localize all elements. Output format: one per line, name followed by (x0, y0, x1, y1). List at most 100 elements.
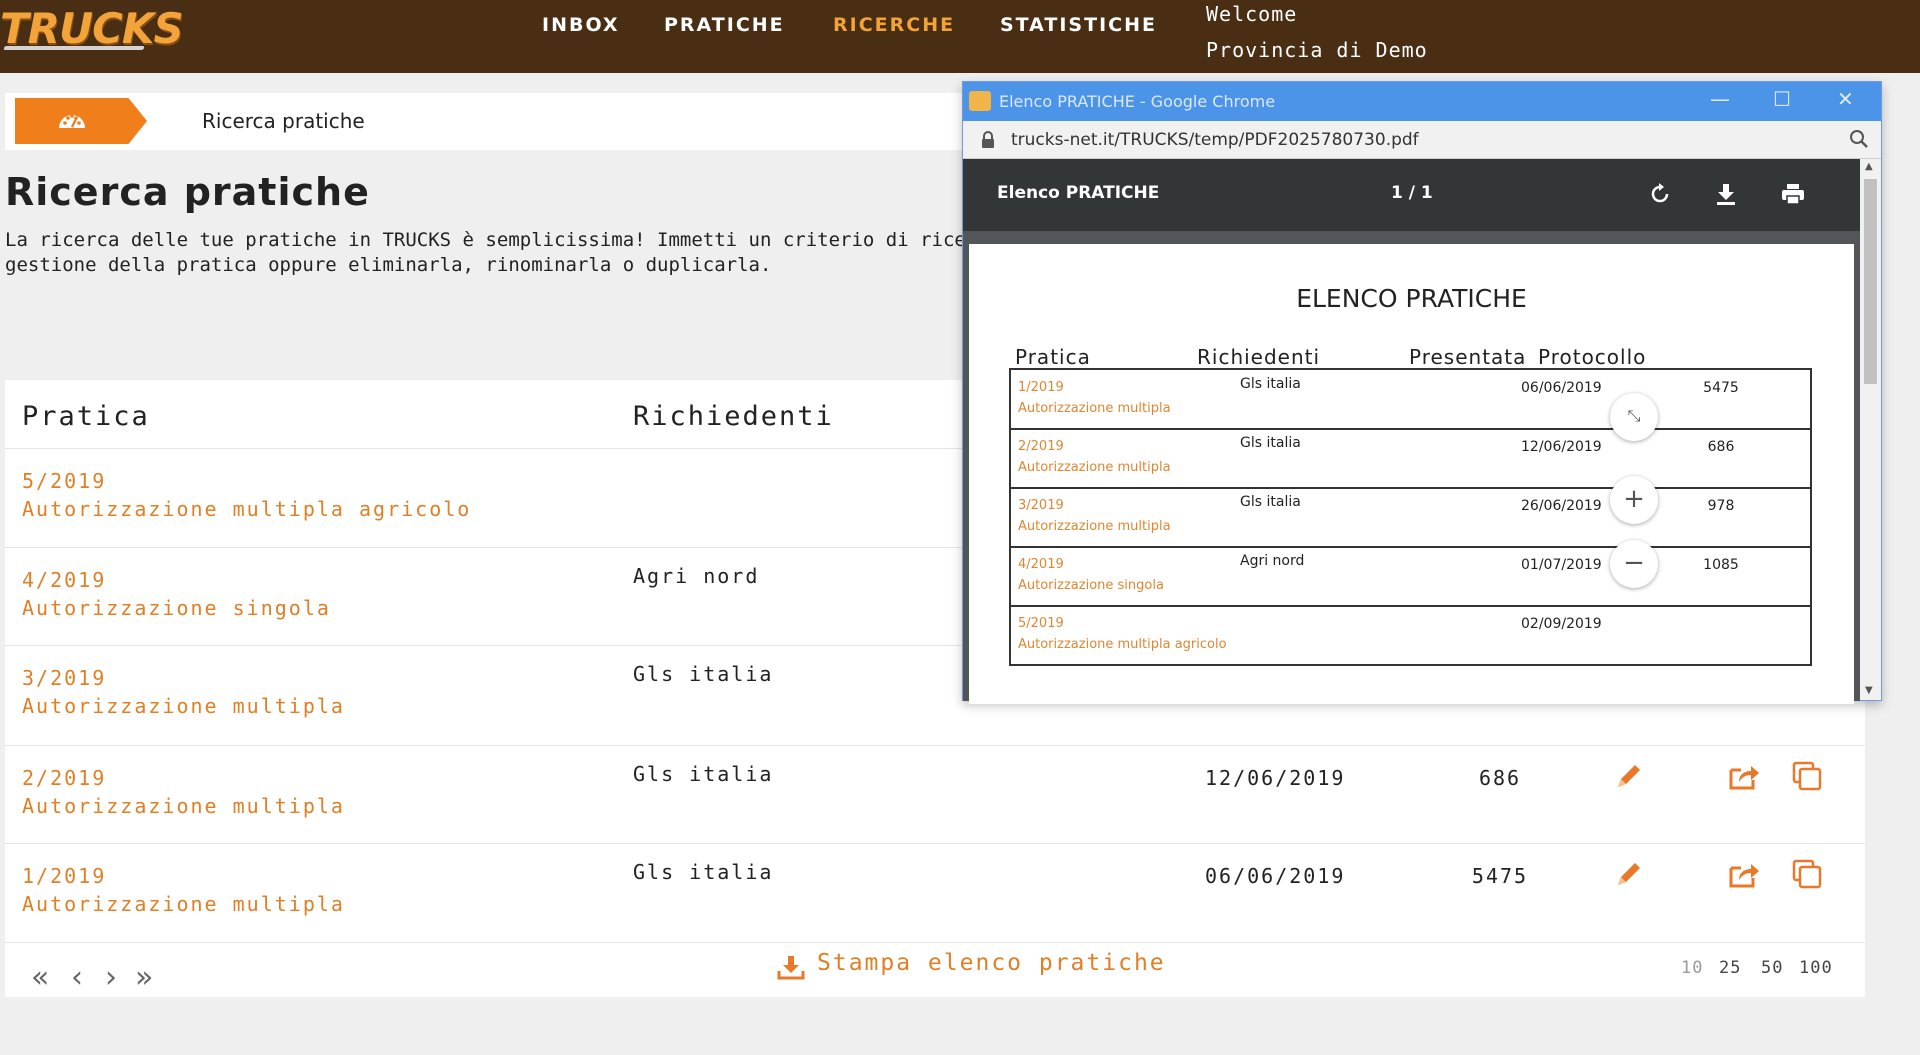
user-organization: Provincia di Demo (1206, 38, 1428, 62)
breadcrumb-current: Ricerca pratiche (202, 109, 365, 133)
welcome-box[interactable]: Welcome Provincia di Demo (1206, 0, 1428, 68)
richiedente: Gls italia (633, 860, 774, 884)
fit-page-icon[interactable]: ⤡ (1610, 393, 1658, 441)
table-row[interactable]: 1/2019 Autorizzazione multipla Gls itali… (5, 843, 1865, 942)
scrollbar-thumb[interactable] (1864, 179, 1877, 384)
page-size-100[interactable]: 100 (1799, 958, 1833, 978)
close-icon[interactable]: ✕ (1837, 87, 1854, 111)
table-row[interactable]: 2/2019 Autorizzazione multipla Gls itali… (5, 745, 1865, 843)
pratica-number[interactable]: 2/2019 (22, 766, 106, 790)
pdf-table-row: 2/2019 Autorizzazione multipla Gls itali… (1011, 429, 1810, 489)
maximize-icon[interactable]: ☐ (1773, 87, 1791, 111)
pdf-pratica-type: Autorizzazione multipla (1018, 401, 1171, 416)
pdf-protocollo: 1085 (1703, 557, 1739, 573)
intro-line-1: La ricerca delle tue pratiche in TRUCKS … (5, 229, 965, 251)
column-header-pratica[interactable]: Pratica (22, 401, 150, 432)
scroll-down-arrow-icon[interactable]: ▼ (1865, 685, 1873, 696)
pdf-pratica-type: Autorizzazione multipla (1018, 519, 1171, 534)
pratica-type[interactable]: Autorizzazione multipla agricolo (22, 497, 471, 521)
rotate-icon[interactable] (1649, 183, 1671, 205)
duplicate-copy-icon[interactable] (1791, 760, 1823, 792)
edit-pencil-icon[interactable] (1613, 858, 1645, 890)
pdf-data: 01/07/2019 (1521, 557, 1602, 573)
richiedente: Agri nord (633, 564, 760, 588)
pdf-pratica-number: 5/2019 (1018, 616, 1064, 631)
pdf-header-presentata: Presentata (1409, 345, 1527, 369)
lock-icon (982, 131, 994, 148)
minimize-icon[interactable]: — (1710, 87, 1730, 111)
prev-page-button[interactable]: ‹ (71, 960, 83, 995)
duplicate-copy-icon[interactable] (1791, 858, 1823, 890)
zoom-in-icon[interactable]: + (1610, 476, 1658, 524)
page-size-10[interactable]: 10 (1681, 958, 1703, 978)
pdf-richiedente: Gls italia (1240, 494, 1301, 510)
pdf-pratica-type: Autorizzazione singola (1018, 578, 1164, 593)
share-forward-icon[interactable] (1727, 858, 1761, 890)
zoom-out-icon[interactable]: − (1610, 540, 1658, 588)
data-presentazione: 06/06/2019 (1205, 864, 1346, 888)
share-forward-icon[interactable] (1727, 760, 1761, 792)
pdf-data: 06/06/2019 (1521, 380, 1602, 396)
print-icon[interactable] (1781, 183, 1805, 205)
window-title: Elenco PRATICHE - Google Chrome (999, 92, 1276, 111)
pratica-type[interactable]: Autorizzazione multipla (22, 794, 345, 818)
page-title: Ricerca pratiche (5, 170, 370, 214)
pratica-type[interactable]: Autorizzazione multipla (22, 892, 345, 916)
pdf-viewport[interactable]: ELENCO PRATICHE Pratica Richiedenti Pres… (963, 231, 1860, 704)
next-page-button[interactable]: › (105, 960, 117, 995)
pdf-scrollbar[interactable]: ▲ ▼ (1860, 159, 1881, 700)
download-icon (777, 956, 805, 980)
download-icon[interactable] (1715, 183, 1737, 205)
pdf-richiedente: Gls italia (1240, 376, 1301, 392)
pratica-number[interactable]: 5/2019 (22, 469, 106, 493)
pratica-number[interactable]: 3/2019 (22, 666, 106, 690)
column-header-richiedenti[interactable]: Richiedenti (633, 401, 834, 432)
pdf-richiedente: Agri nord (1240, 553, 1305, 569)
pratica-number[interactable]: 1/2019 (22, 864, 106, 888)
pdf-toolbar: Elenco PRATICHE 1 / 1 (963, 159, 1860, 231)
richiedente: Gls italia (633, 762, 774, 786)
pdf-data: 26/06/2019 (1521, 498, 1602, 514)
page-size-25[interactable]: 25 (1719, 958, 1741, 978)
zoom-magnifier-icon[interactable] (1849, 129, 1869, 149)
pdf-pratica-number: 3/2019 (1018, 498, 1064, 513)
nav-ricerche[interactable]: RICERCHE (833, 14, 955, 36)
pdf-popup-window[interactable]: Elenco PRATICHE - Google Chrome — ☐ ✕ tr… (962, 81, 1882, 704)
pdf-table-row: 5/2019 Autorizzazione multipla agricolo … (1011, 606, 1810, 666)
protocollo: 5475 (1471, 864, 1529, 888)
pdf-protocollo: 978 (1707, 498, 1735, 514)
nav-statistiche[interactable]: STATISTICHE (1000, 14, 1157, 36)
pdf-page-indicator[interactable]: 1 / 1 (1391, 183, 1433, 203)
data-presentazione: 12/06/2019 (1205, 766, 1346, 790)
pdf-pratica-type: Autorizzazione multipla (1018, 460, 1171, 475)
intro-line-2: gestione della pratica oppure eliminarla… (5, 254, 772, 276)
dashboard-icon (59, 114, 85, 128)
pdf-table-row: 3/2019 Autorizzazione multipla Gls itali… (1011, 488, 1810, 548)
window-titlebar[interactable]: Elenco PRATICHE - Google Chrome — ☐ ✕ (963, 82, 1881, 121)
pdf-table-row: 1/2019 Autorizzazione multipla Gls itali… (1011, 370, 1810, 430)
scroll-up-arrow-icon[interactable]: ▲ (1865, 161, 1873, 172)
pdf-protocollo: 5475 (1703, 380, 1739, 396)
pdf-document-title: Elenco PRATICHE (997, 183, 1160, 203)
pdf-pratica-number: 1/2019 (1018, 380, 1064, 395)
pratica-type[interactable]: Autorizzazione multipla (22, 694, 345, 718)
pdf-pratica-number: 4/2019 (1018, 557, 1064, 572)
nav-pratiche[interactable]: PRATICHE (664, 14, 785, 36)
pratica-type[interactable]: Autorizzazione singola (22, 596, 331, 620)
logo-swoosh (3, 46, 145, 50)
pdf-table: 1/2019 Autorizzazione multipla Gls itali… (1009, 368, 1812, 666)
first-page-button[interactable]: « (31, 960, 49, 995)
breadcrumb-home-button[interactable] (15, 98, 147, 144)
last-page-button[interactable]: » (135, 960, 153, 995)
pdf-data: 02/09/2019 (1521, 616, 1602, 632)
url-text[interactable]: trucks-net.it/TRUCKS/temp/PDF2025780730.… (1011, 130, 1419, 150)
top-navbar: TRUCKS INBOX PRATICHE RICERCHE STATISTIC… (0, 0, 1920, 73)
nav-inbox[interactable]: INBOX (542, 14, 620, 36)
edit-pencil-icon[interactable] (1613, 760, 1645, 792)
pratica-number[interactable]: 4/2019 (22, 568, 106, 592)
protocollo: 686 (1478, 766, 1522, 790)
address-bar[interactable]: trucks-net.it/TRUCKS/temp/PDF2025780730.… (963, 121, 1881, 159)
richiedente: Gls italia (633, 662, 774, 686)
pdf-header-pratica: Pratica (1015, 345, 1091, 369)
page-size-50[interactable]: 50 (1761, 958, 1783, 978)
